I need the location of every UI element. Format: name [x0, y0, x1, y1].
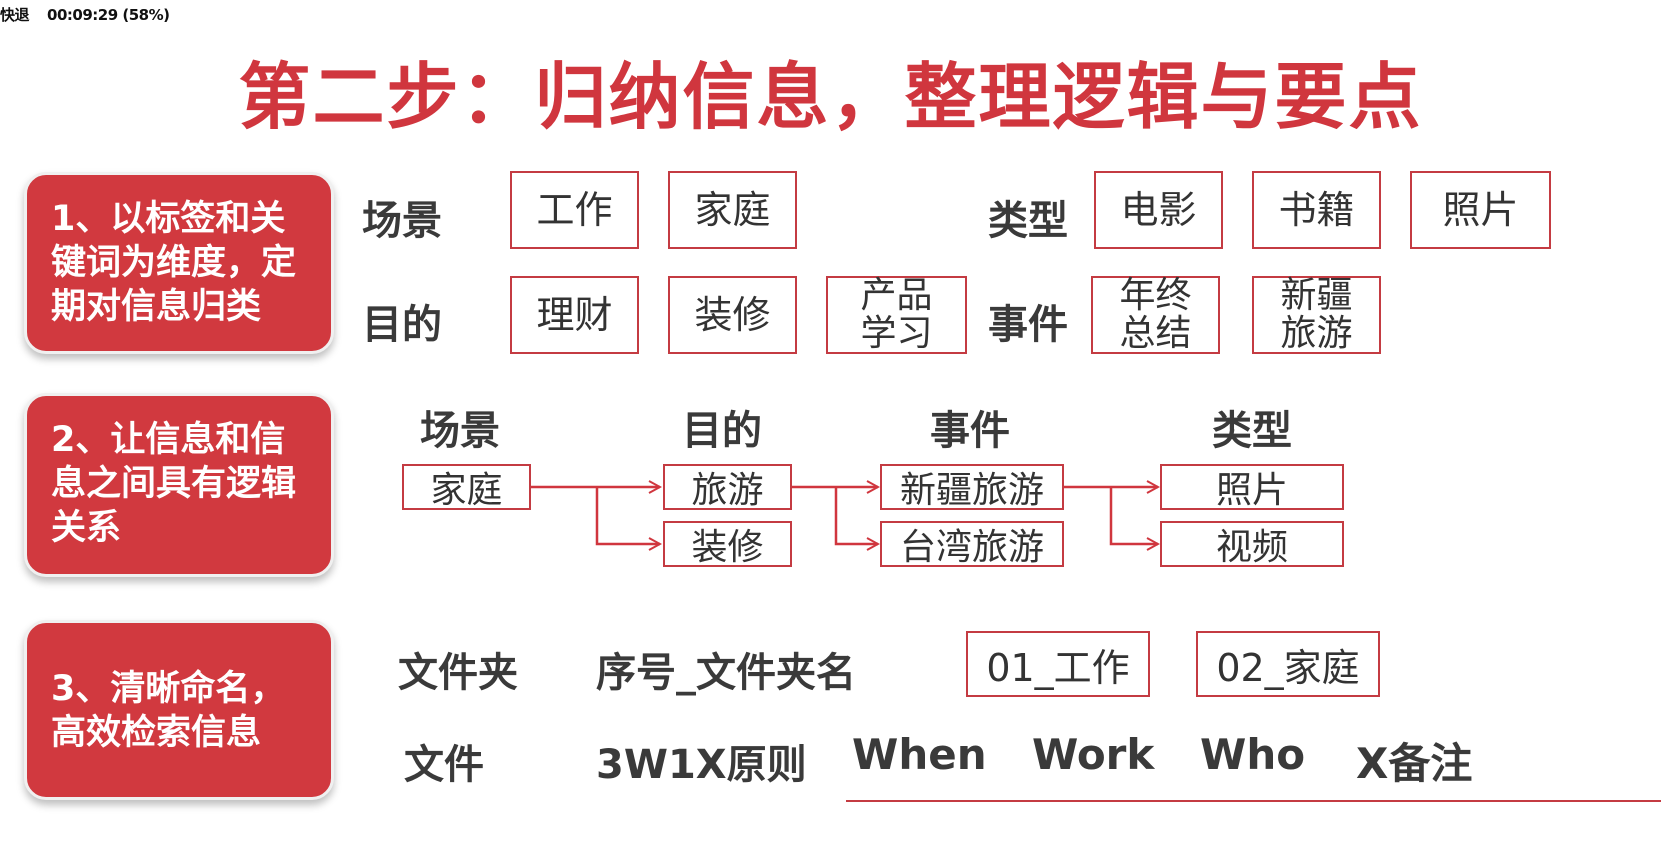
arrow-travel-taiwan: [834, 487, 878, 544]
section-3-box: 3、清晰命名，高效检索信息: [24, 620, 334, 800]
node-family: 家庭: [402, 464, 531, 511]
file-part-note: X备注: [1356, 739, 1473, 788]
bottom-divider: [846, 800, 1661, 802]
file-part-when: When: [852, 730, 987, 779]
node-travel: 旅游: [663, 464, 792, 511]
node-taiwan-travel: 台湾旅游: [880, 521, 1064, 568]
folder-example-1: 01_工作: [966, 631, 1150, 697]
node-photo: 照片: [1160, 464, 1344, 511]
folder-example-2: 02_家庭: [1196, 631, 1380, 697]
node-xinjiang-travel: 新疆旅游: [880, 464, 1064, 511]
folder-rule: 序号_文件夹名: [596, 650, 856, 696]
file-label: 文件: [404, 742, 484, 788]
arrow-scene-renovation: [595, 487, 660, 544]
file-part-work: Work: [1032, 730, 1155, 779]
node-video: 视频: [1160, 521, 1344, 568]
node-renovation: 装修: [663, 521, 792, 568]
arrow-xinjiang-video: [1109, 487, 1158, 544]
folder-label: 文件夹: [398, 650, 518, 696]
file-part-who: Who: [1200, 730, 1306, 779]
file-rule: 3W1X原则: [596, 742, 807, 788]
